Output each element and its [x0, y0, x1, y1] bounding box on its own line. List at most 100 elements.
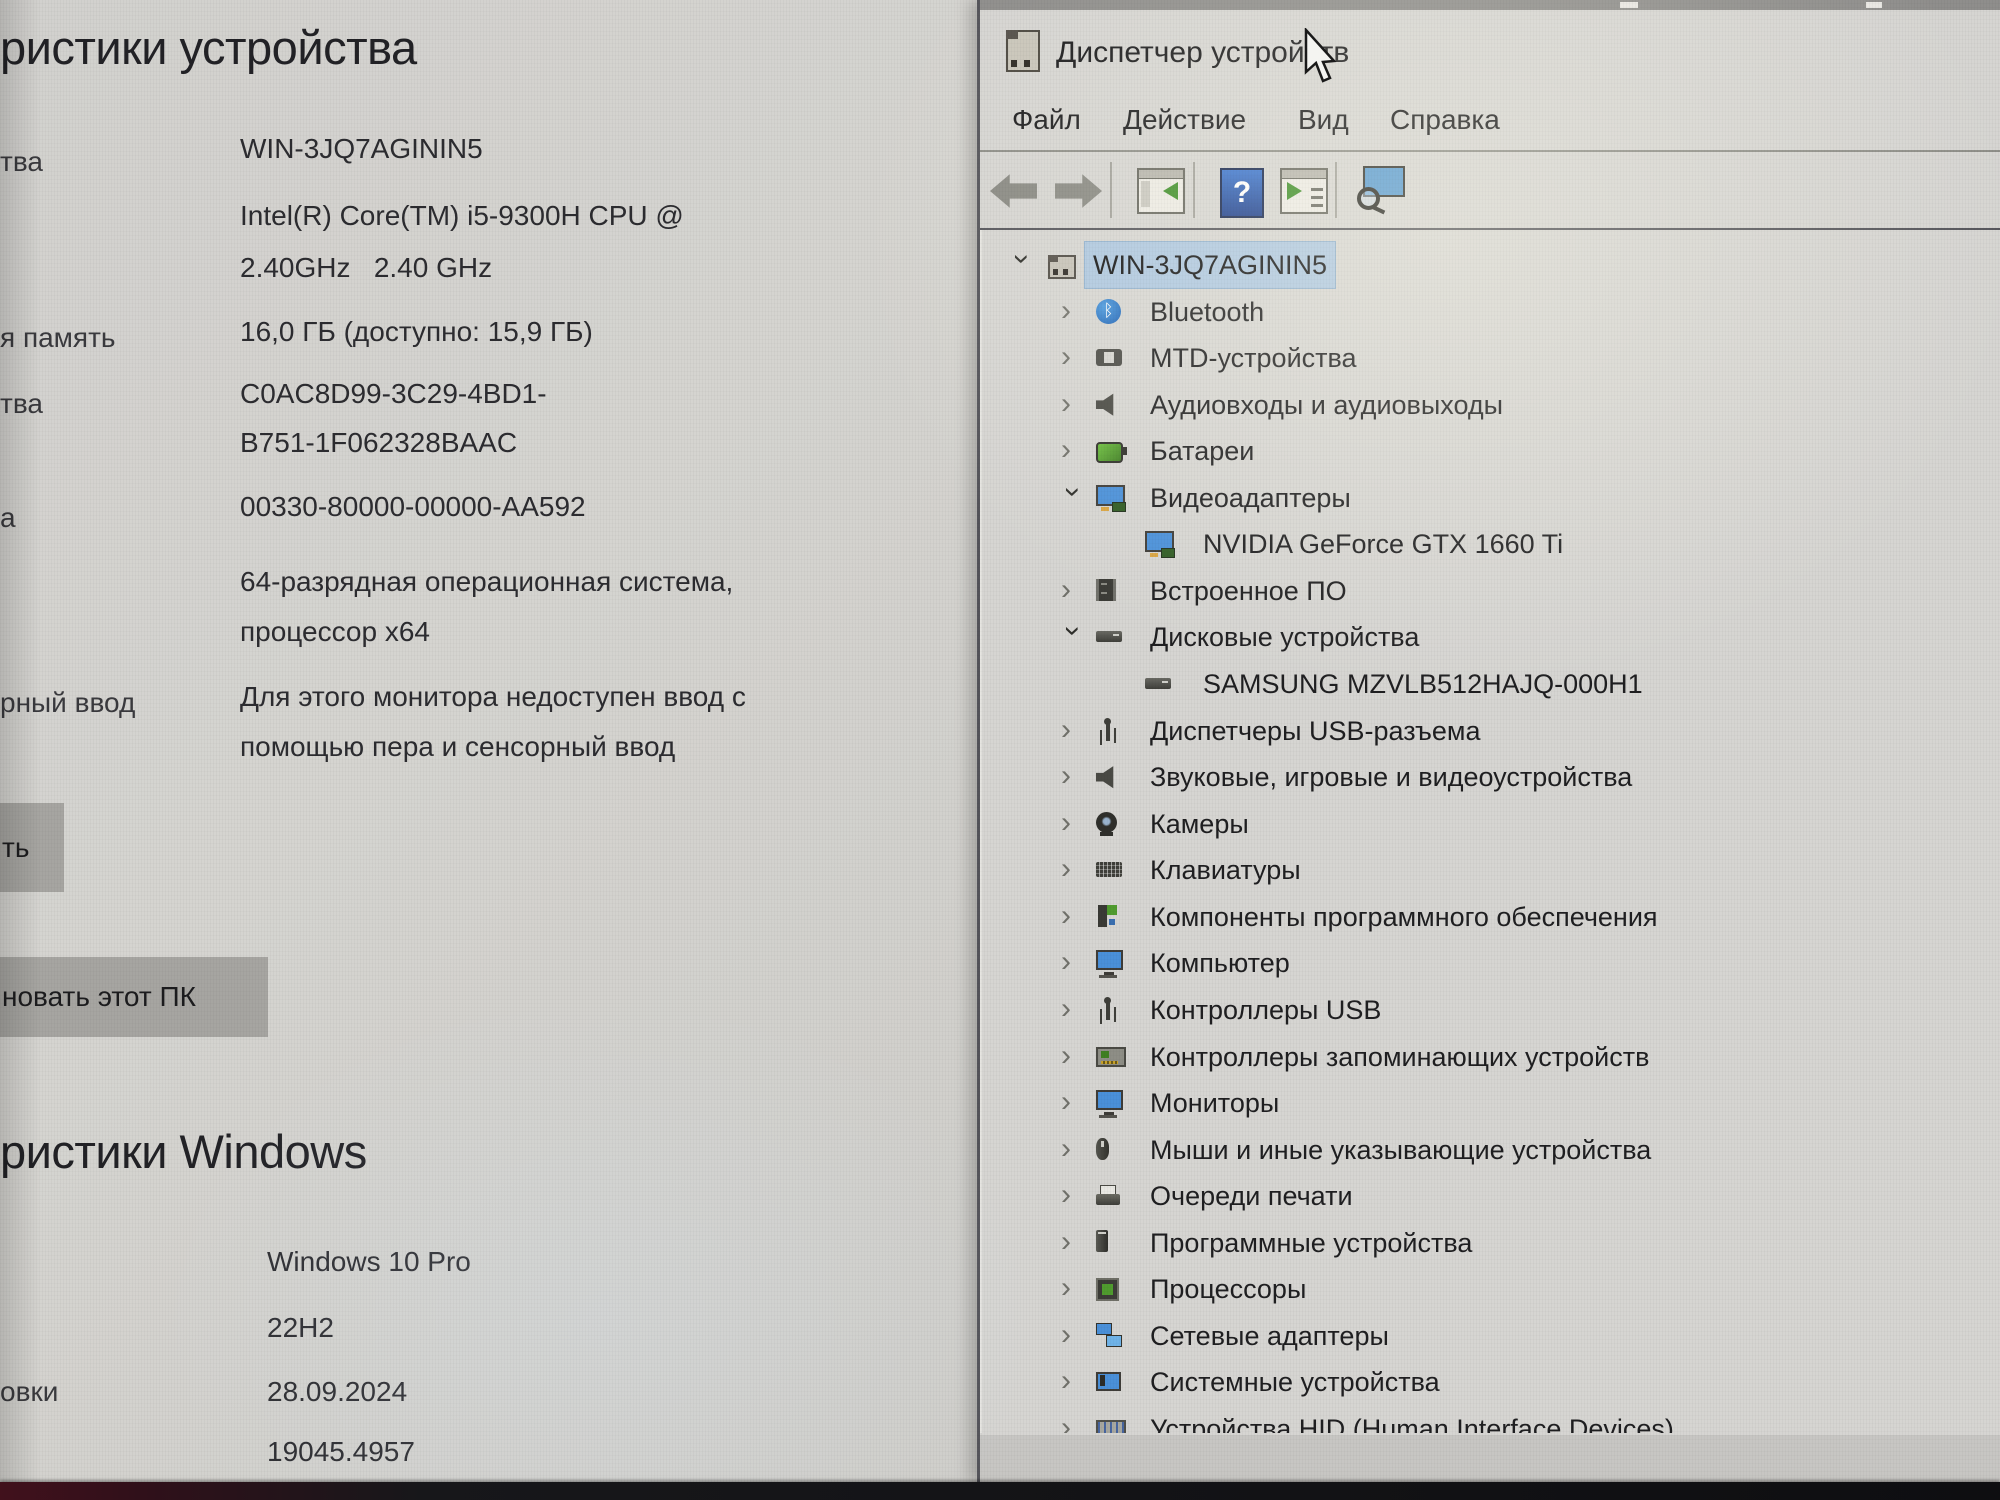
tree-item[interactable]: › Bluetooth	[982, 289, 2000, 335]
expander-icon[interactable]: ›	[1061, 1034, 1083, 1080]
tree-item[interactable]: › Программные устройства	[982, 1220, 2000, 1266]
tree-item[interactable]: › MTD-устройства	[982, 335, 2000, 381]
tree-item[interactable]: › Дисковые устройства	[982, 614, 2000, 660]
expander-icon[interactable]: ›	[1061, 847, 1083, 893]
expander-icon[interactable]: ›	[1061, 1359, 1083, 1405]
tree-item-label[interactable]: Диспетчеры USB-разъема	[1142, 708, 1488, 754]
forward-icon[interactable]	[1055, 172, 1102, 210]
scan-hardware-changes-icon[interactable]	[1357, 166, 1405, 214]
expander-icon[interactable]: ›	[1061, 987, 1083, 1033]
tree-item[interactable]: › WIN-3JQ7AGININ5	[982, 242, 2000, 288]
device-tree[interactable]: › WIN-3JQ7AGININ5 › Bluetooth › MTD-устр…	[980, 230, 2000, 1433]
expander-icon[interactable]: ›	[1061, 428, 1083, 474]
expander-icon[interactable]: ›	[998, 254, 1044, 276]
tree-item-label[interactable]: Процессоры	[1142, 1266, 1314, 1312]
tree-item-label[interactable]: Очереди печати	[1142, 1173, 1361, 1219]
tree-item-label[interactable]: Программные устройства	[1142, 1220, 1480, 1266]
expander-icon[interactable]: ›	[1061, 1313, 1083, 1359]
tree-item-label[interactable]: Мониторы	[1142, 1080, 1287, 1126]
tree-item[interactable]: › Мониторы	[982, 1080, 2000, 1126]
tree-item-label[interactable]: Звуковые, игровые и видеоустройства	[1142, 754, 1640, 800]
hid-icon	[1096, 1420, 1126, 1433]
tree-item-label[interactable]: WIN-3JQ7AGININ5	[1085, 242, 1335, 288]
tree-item[interactable]: › Батареи	[982, 428, 2000, 474]
tree-item[interactable]: › Сетевые адаптеры	[982, 1313, 2000, 1359]
expander-icon[interactable]: ›	[1061, 708, 1083, 754]
expander-icon[interactable]: ›	[1061, 1127, 1083, 1173]
tree-item-label[interactable]: Bluetooth	[1142, 289, 1272, 335]
tree-item[interactable]: › Аудиовходы и аудиовыходы	[982, 382, 2000, 428]
tree-item-label[interactable]: NVIDIA GeForce GTX 1660 Ti	[1195, 521, 1571, 567]
tree-item-label[interactable]: Системные устройства	[1142, 1359, 1448, 1405]
tree-item[interactable]: › Звуковые, игровые и видеоустройства	[982, 754, 2000, 800]
show-console-tree-icon[interactable]	[1137, 168, 1185, 214]
expander-icon[interactable]: ›	[1061, 1266, 1083, 1312]
tree-item-label[interactable]: Дисковые устройства	[1142, 614, 1427, 660]
tree-item[interactable]: › Процессоры	[982, 1266, 2000, 1312]
firmware-icon	[1096, 579, 1116, 601]
menu-help[interactable]: Справка	[1390, 104, 1500, 136]
disk-icon	[1096, 631, 1122, 642]
expander-icon[interactable]: ›	[1049, 487, 1095, 509]
device-id-line1: C0AC8D99-3C29-4BD1-	[240, 378, 547, 410]
expander-icon[interactable]: ›	[1061, 1173, 1083, 1219]
expander-icon[interactable]: ›	[1061, 1406, 1083, 1433]
printer-icon	[1096, 1185, 1120, 1205]
title-bar[interactable]: Диспетчер устройств	[980, 10, 2000, 98]
expander-icon[interactable]: ›	[1061, 335, 1083, 381]
tree-item-label[interactable]: Компоненты программного обеспечения	[1142, 894, 1666, 940]
menu-action[interactable]: Действие	[1123, 104, 1246, 136]
tree-item-label[interactable]: Клавиатуры	[1142, 847, 1309, 893]
expander-icon[interactable]: ›	[1061, 754, 1083, 800]
expander-icon[interactable]: ›	[1061, 568, 1083, 614]
tree-item[interactable]: NVIDIA GeForce GTX 1660 Ti	[982, 521, 2000, 567]
help-icon[interactable]: ?	[1220, 168, 1264, 218]
tree-item[interactable]: › Системные устройства	[982, 1359, 2000, 1405]
tree-item[interactable]: › Устройства HID (Human Interface Device…	[982, 1406, 2000, 1433]
tree-item[interactable]: › Очереди печати	[982, 1173, 2000, 1219]
back-icon[interactable]	[990, 172, 1037, 210]
tree-item[interactable]: › Клавиатуры	[982, 847, 2000, 893]
tree-item[interactable]: › Встроенное ПО	[982, 568, 2000, 614]
expander-icon[interactable]: ›	[1061, 894, 1083, 940]
tree-item[interactable]: › Диспетчеры USB-разъема	[982, 708, 2000, 754]
product-id-value: 00330-80000-00000-AA592	[240, 491, 586, 523]
tree-item-label[interactable]: Контроллеры запоминающих устройств	[1142, 1034, 1657, 1080]
tree-item-label[interactable]: Аудиовходы и аудиовыходы	[1142, 382, 1511, 428]
properties-icon[interactable]	[1280, 168, 1328, 214]
menu-file[interactable]: Файл	[1012, 104, 1081, 136]
tree-item-label[interactable]: Мыши и иные указывающие устройства	[1142, 1127, 1659, 1173]
tree-item-label[interactable]: Встроенное ПО	[1142, 568, 1355, 614]
rename-pc-button-fragment[interactable]: новать этот ПК	[0, 957, 268, 1037]
tree-item[interactable]: › Контроллеры запоминающих устройств	[982, 1034, 2000, 1080]
tree-item[interactable]: › Контроллеры USB	[982, 987, 2000, 1033]
mtd-icon	[1096, 349, 1122, 366]
tree-item-label[interactable]: Видеоадаптеры	[1142, 475, 1359, 521]
expander-icon[interactable]: ›	[1061, 1220, 1083, 1266]
tree-item[interactable]: › Видеоадаптеры	[982, 475, 2000, 521]
pen-touch-label-fragment: рный ввод	[0, 687, 135, 719]
expander-icon[interactable]: ›	[1061, 382, 1083, 428]
tree-item-label[interactable]: Батареи	[1142, 428, 1262, 474]
tree-item-label[interactable]: SAMSUNG MZVLB512HAJQ-000H1	[1195, 661, 1651, 707]
tree-item-label[interactable]: Компьютер	[1142, 940, 1298, 986]
copy-button-fragment[interactable]: ть	[0, 803, 64, 892]
tree-item-label[interactable]: Камеры	[1142, 801, 1257, 847]
tree-item-label[interactable]: Сетевые адаптеры	[1142, 1313, 1397, 1359]
tree-item[interactable]: › Компоненты программного обеспечения	[982, 894, 2000, 940]
expander-icon[interactable]: ›	[1061, 940, 1083, 986]
expander-icon[interactable]: ›	[1061, 1080, 1083, 1126]
expander-icon[interactable]: ›	[1049, 626, 1095, 648]
tree-item-label[interactable]: Контроллеры USB	[1142, 987, 1389, 1033]
menu-view[interactable]: Вид	[1298, 104, 1349, 136]
tree-item-label[interactable]: MTD-устройства	[1142, 335, 1365, 381]
computer-icon	[1096, 950, 1123, 970]
pc-root-icon	[1048, 255, 1076, 279]
tree-item[interactable]: › Камеры	[982, 801, 2000, 847]
tree-item[interactable]: SAMSUNG MZVLB512HAJQ-000H1	[982, 661, 2000, 707]
tree-item[interactable]: › Мыши и иные указывающие устройства	[982, 1127, 2000, 1173]
expander-icon[interactable]: ›	[1061, 801, 1083, 847]
expander-icon[interactable]: ›	[1061, 289, 1083, 335]
tree-item[interactable]: › Компьютер	[982, 940, 2000, 986]
tree-item-label[interactable]: Устройства HID (Human Interface Devices)	[1142, 1406, 1682, 1433]
